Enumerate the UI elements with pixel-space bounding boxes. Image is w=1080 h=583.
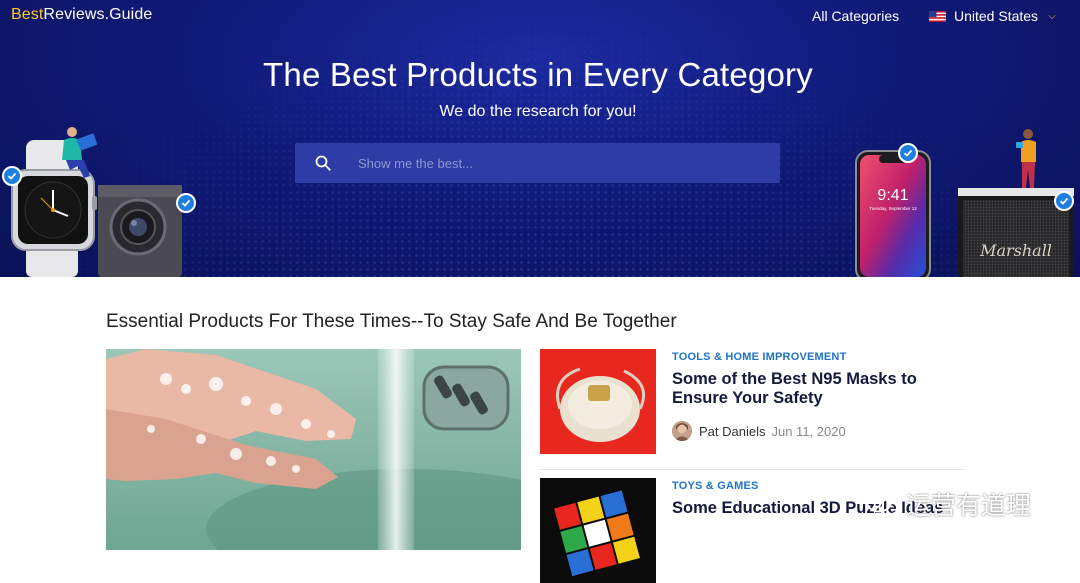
speaker-brand: Marshall <box>979 241 1052 260</box>
author-name[interactable]: Pat Daniels <box>699 424 765 439</box>
us-flag-icon <box>929 10 946 22</box>
hero-subtitle: We do the research for you! <box>439 103 637 120</box>
country-label: United States <box>954 8 1039 24</box>
verified-check-icon <box>2 166 22 186</box>
smartphone-image: 9:41 Tuesday, September 12 <box>855 150 931 277</box>
phone-date: Tuesday, September 12 <box>869 206 917 211</box>
article-divider <box>540 469 964 470</box>
article-card[interactable]: TOOLS & HOME IMPROVEMENT Some of the Bes… <box>540 349 964 459</box>
country-selector[interactable]: United States ⌵ <box>929 8 1056 24</box>
logo-suffix: Reviews.Guide <box>43 6 153 23</box>
search-input[interactable] <box>356 154 760 172</box>
article-meta: Pat Daniels Jun 11, 2020 <box>672 421 846 441</box>
hero-banner: BestReviews.Guide All Categories United … <box>0 0 1080 277</box>
article-title[interactable]: Some of the Best N95 Masks to Ensure You… <box>672 370 962 408</box>
hero-title: The Best Products in Every Category <box>263 56 813 93</box>
wechat-icon <box>866 491 900 516</box>
nav-all-categories[interactable]: All Categories <box>812 8 899 24</box>
article-date: Jun 11, 2020 <box>771 423 846 439</box>
wechat-watermark: 运营有道理 <box>866 486 1031 522</box>
verified-check-icon <box>1054 191 1074 211</box>
article-category[interactable]: TOOLS & HOME IMPROVEMENT <box>672 351 847 363</box>
site-logo[interactable]: BestReviews.Guide <box>11 6 152 24</box>
logo-prefix: Best <box>11 6 44 23</box>
article-thumbnail-rubiks-cube[interactable] <box>540 478 656 583</box>
verified-check-icon <box>176 193 196 213</box>
article-thumbnail-n95-mask[interactable] <box>540 349 656 454</box>
person-standing-illustration <box>1016 129 1036 188</box>
author-avatar <box>672 421 692 441</box>
action-camera-image <box>98 185 182 277</box>
watermark-text: 运营有道理 <box>906 492 1032 520</box>
verified-check-icon <box>898 143 918 163</box>
search-bar[interactable] <box>295 143 780 183</box>
chevron-down-icon: ⌵ <box>1048 10 1056 22</box>
section-title: Essential Products For These Times--To S… <box>106 311 677 332</box>
phone-time: 9:41 <box>877 187 908 204</box>
person-with-laptop-illustration <box>62 127 98 178</box>
search-icon[interactable] <box>315 155 331 171</box>
article-category[interactable]: TOYS & GAMES <box>672 480 759 492</box>
featured-article-image[interactable] <box>106 349 521 550</box>
